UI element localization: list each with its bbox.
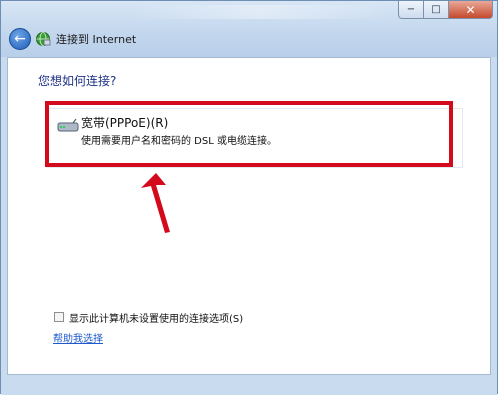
caption-buttons: − □ ✕ [398,1,493,19]
minimize-button[interactable]: − [398,1,424,19]
window-title: 连接到 Internet [56,33,137,46]
content-pane: 您想如何连接? 宽带(PPPoE)(R) 使用需要用户名和密码的 DSL 或电缆… [7,57,491,375]
annotation-arrow [141,173,170,233]
title-blur [131,5,391,19]
window-footer [1,375,497,395]
show-unsetup-options-checkbox[interactable] [54,312,64,322]
close-button[interactable]: ✕ [449,1,493,19]
title-bar: − □ ✕ ← 连接到 Internet [1,1,497,57]
network-icon [36,32,51,46]
back-arrow-icon: ← [14,31,26,47]
connect-to-internet-window: − □ ✕ ← 连接到 Internet 您想如何连接? 宽带(PPPoE)(R… [0,0,498,395]
maximize-button[interactable]: □ [424,1,449,19]
help-me-choose-link[interactable]: 帮助我选择 [53,330,103,345]
back-button[interactable]: ← [9,28,31,50]
show-unsetup-options-label[interactable]: 显示此计算机未设置使用的连接选项(S) [69,310,243,325]
